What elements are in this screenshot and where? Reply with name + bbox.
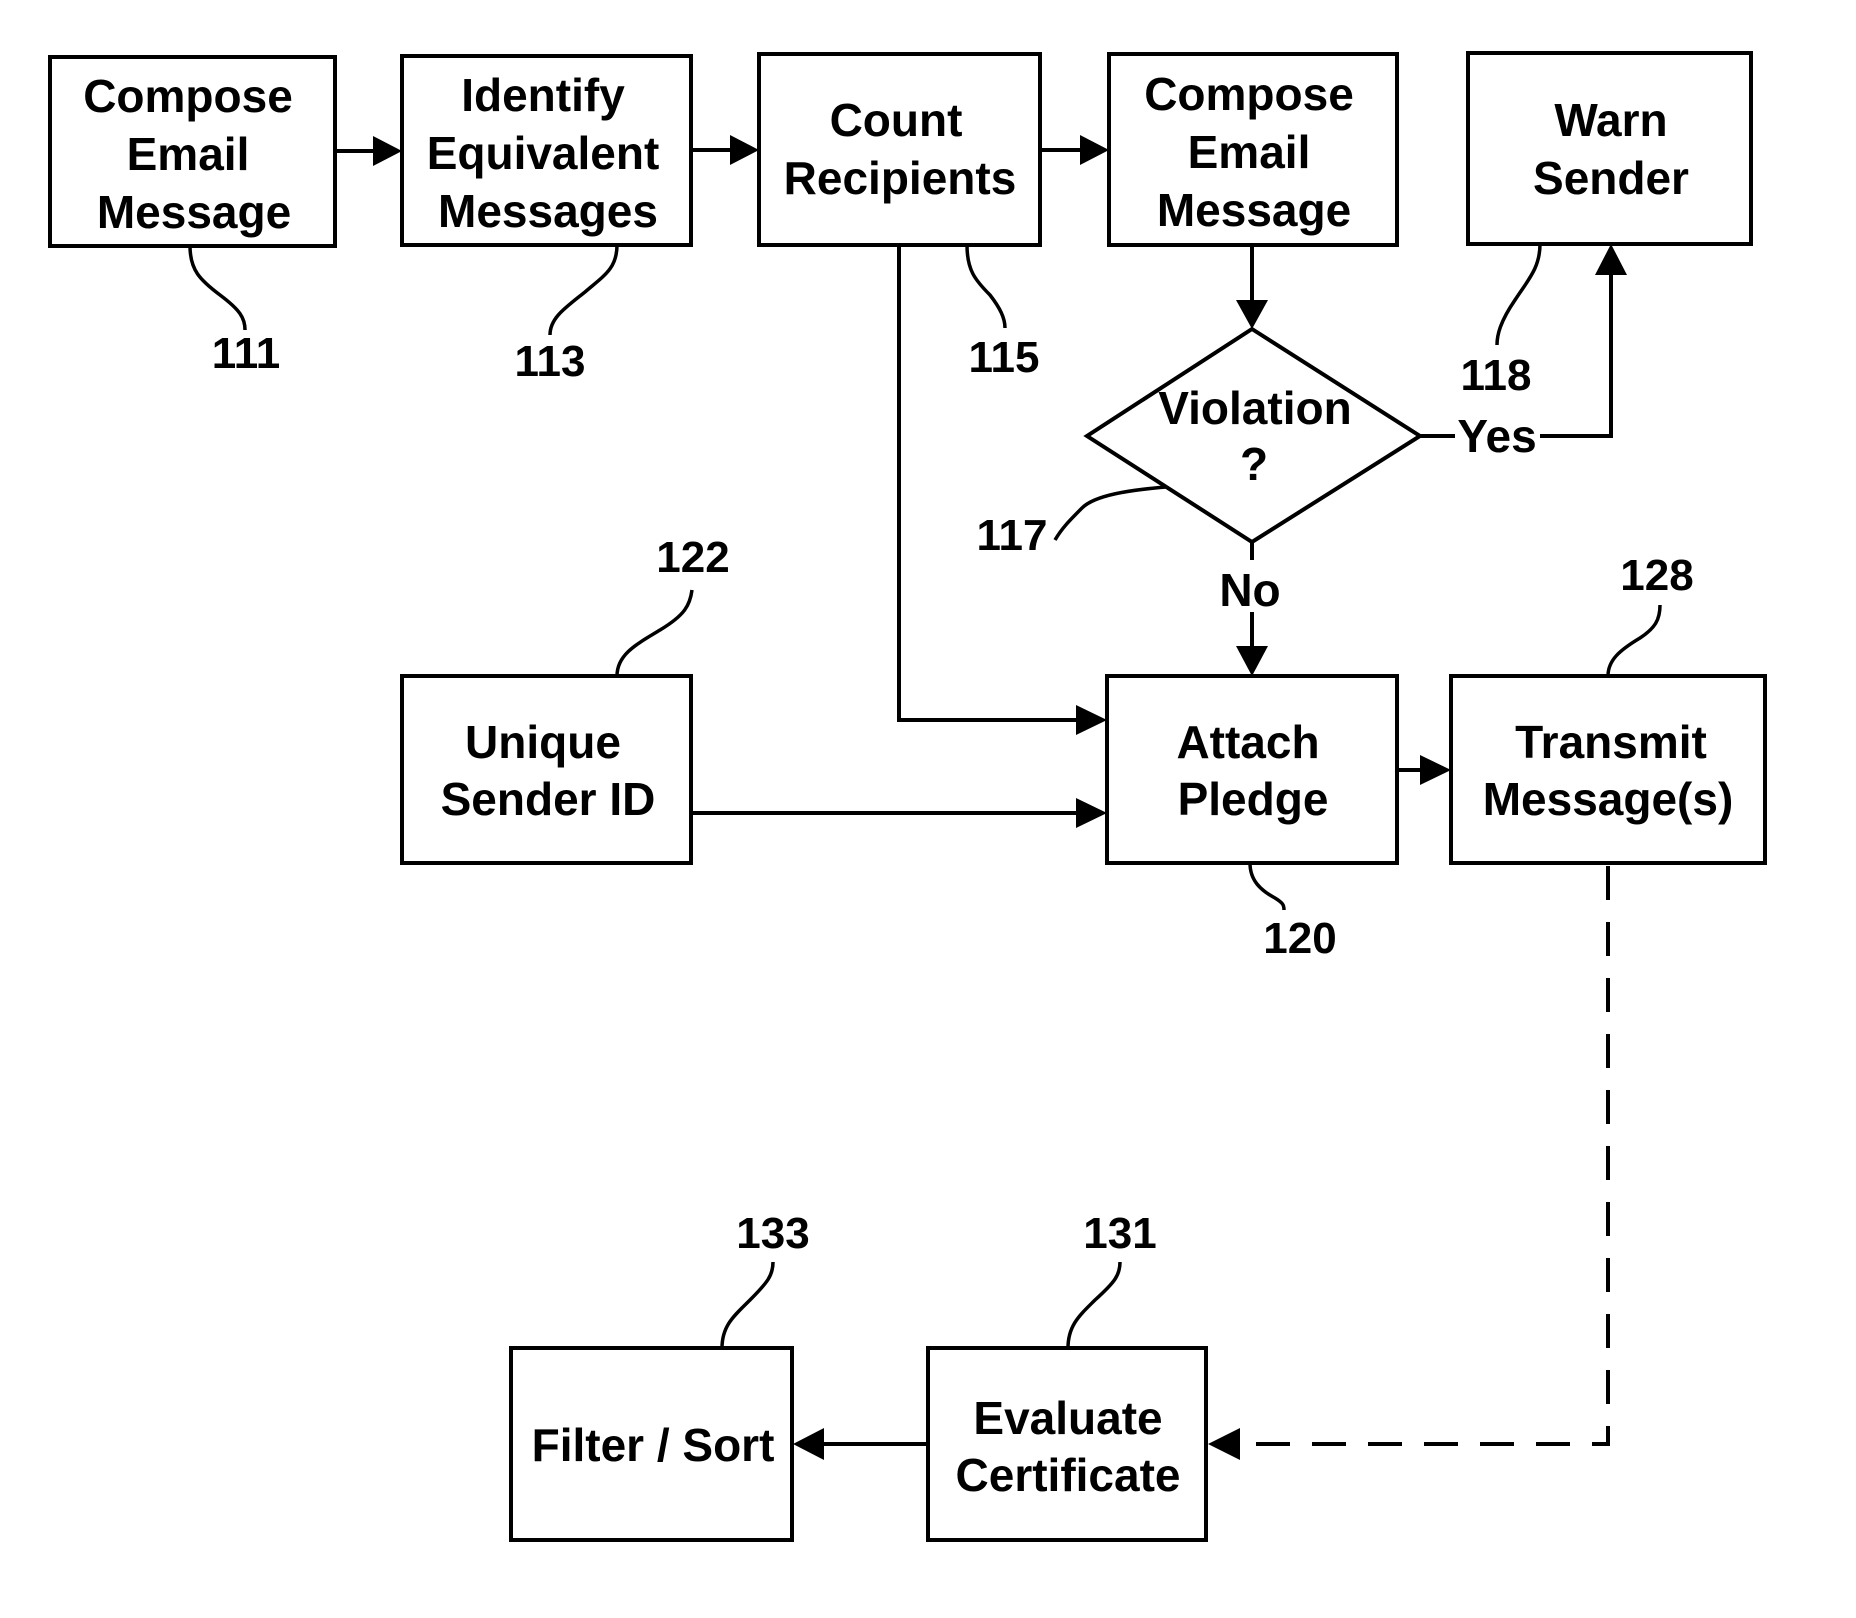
arrow-unique-id-to-attach	[691, 798, 1107, 828]
arrowhead-icon	[730, 135, 759, 165]
arrowhead-icon	[1236, 646, 1268, 676]
arrowhead-icon	[1236, 300, 1268, 329]
arrowhead-icon	[1076, 705, 1107, 735]
node-label-line: Message(s)	[1483, 773, 1734, 825]
arrow-attach-to-transmit	[1397, 755, 1451, 785]
reference-number: 113	[515, 337, 586, 386]
node-transmit-messages-128: Transmit Message(s)	[1449, 674, 1767, 865]
node-attach-pledge-120: Attach Pledge	[1105, 674, 1399, 865]
node-label-line: Evaluate	[973, 1392, 1162, 1444]
node-evaluate-certificate-131: Evaluate Certificate	[926, 1346, 1208, 1542]
arrowhead-icon	[1208, 1428, 1240, 1460]
node-warn-sender: Warn Sender	[1466, 51, 1753, 246]
node-identify-equivalent-messages-113: Identify Equivalent Messages	[400, 54, 693, 247]
node-unique-sender-id-122: Unique Sender ID	[400, 674, 693, 865]
node-count-recipients-115: Count Recipients	[757, 52, 1042, 247]
node-label-line: Warn	[1554, 94, 1667, 146]
reference-number: 122	[656, 533, 729, 582]
reference-number: 128	[1620, 551, 1693, 600]
arrowhead-icon	[1595, 244, 1627, 275]
arrowhead-icon	[373, 136, 402, 166]
ref-120: 120	[1248, 862, 1337, 963]
ref-115: 115	[965, 244, 1040, 382]
node-label-line: Email	[127, 128, 250, 180]
node-violation-decision-117: Violation ?	[1083, 326, 1424, 545]
reference-number: 115	[969, 333, 1040, 382]
node-label-line: Transmit	[1515, 716, 1707, 768]
node-label-line: Count	[830, 94, 963, 146]
arrow-violation-no-to-attach: No	[1219, 542, 1281, 676]
node-label-line: Unique	[465, 716, 621, 768]
node-label-line: Sender	[1533, 152, 1689, 204]
arrowhead-icon	[1420, 755, 1451, 785]
ref-128: 128	[1606, 551, 1694, 677]
node-label-line: Attach	[1176, 716, 1319, 768]
node-label-line: Certificate	[956, 1449, 1181, 1501]
node-label-line: Equivalent	[427, 127, 660, 179]
flowchart: Compose Email Message Identify Equivalen…	[48, 51, 1767, 1542]
node-label-line: Compose	[1144, 68, 1354, 120]
node-label-line: Sender ID	[441, 773, 656, 825]
node-filter-sort-133: Filter / Sort	[509, 1346, 794, 1542]
node-label-line: Email	[1188, 126, 1311, 178]
node-label-line: Compose	[83, 70, 293, 122]
node-label-line: Message	[1157, 184, 1351, 236]
ref-122: 122	[615, 533, 730, 677]
reference-number: 117	[977, 511, 1048, 560]
node-compose-email-message-2: Compose Email Message	[1107, 52, 1399, 247]
reference-number: 133	[736, 1209, 809, 1258]
node-label-line: Pledge	[1178, 773, 1329, 825]
reference-number: 131	[1083, 1209, 1156, 1258]
reference-number: 111	[212, 329, 281, 378]
ref-117: 117	[977, 485, 1167, 560]
arrowhead-icon	[793, 1428, 824, 1460]
ref-133: 133	[720, 1209, 810, 1349]
arrow-evaluate-to-filter	[793, 1428, 928, 1460]
reference-number: 120	[1263, 914, 1336, 963]
node-label-line: Identify	[461, 69, 625, 121]
arrow-count-to-compose	[1040, 135, 1109, 165]
ref-131: 131	[1066, 1209, 1157, 1349]
no-label: No	[1219, 564, 1280, 616]
node-label-line: Filter / Sort	[532, 1419, 775, 1471]
yes-label: Yes	[1457, 410, 1536, 462]
ref-111: 111	[188, 245, 281, 378]
node-label-line: Message	[97, 186, 291, 238]
arrowhead-icon	[1080, 135, 1109, 165]
decision-label-line: Violation	[1158, 382, 1351, 434]
node-compose-email-message-111: Compose Email Message	[48, 55, 337, 248]
arrowhead-icon	[1076, 798, 1107, 828]
node-label-line: Recipients	[784, 152, 1017, 204]
decision-label-line: ?	[1240, 438, 1268, 490]
node-label-line: Messages	[438, 185, 658, 237]
arrow-compose-to-violation	[1236, 245, 1268, 329]
arrow-identify-to-count	[691, 135, 759, 165]
ref-113: 113	[515, 244, 619, 386]
arrow-compose-to-identify	[335, 136, 402, 166]
reference-number: 118	[1461, 351, 1532, 400]
ref-118: 118	[1461, 243, 1542, 400]
